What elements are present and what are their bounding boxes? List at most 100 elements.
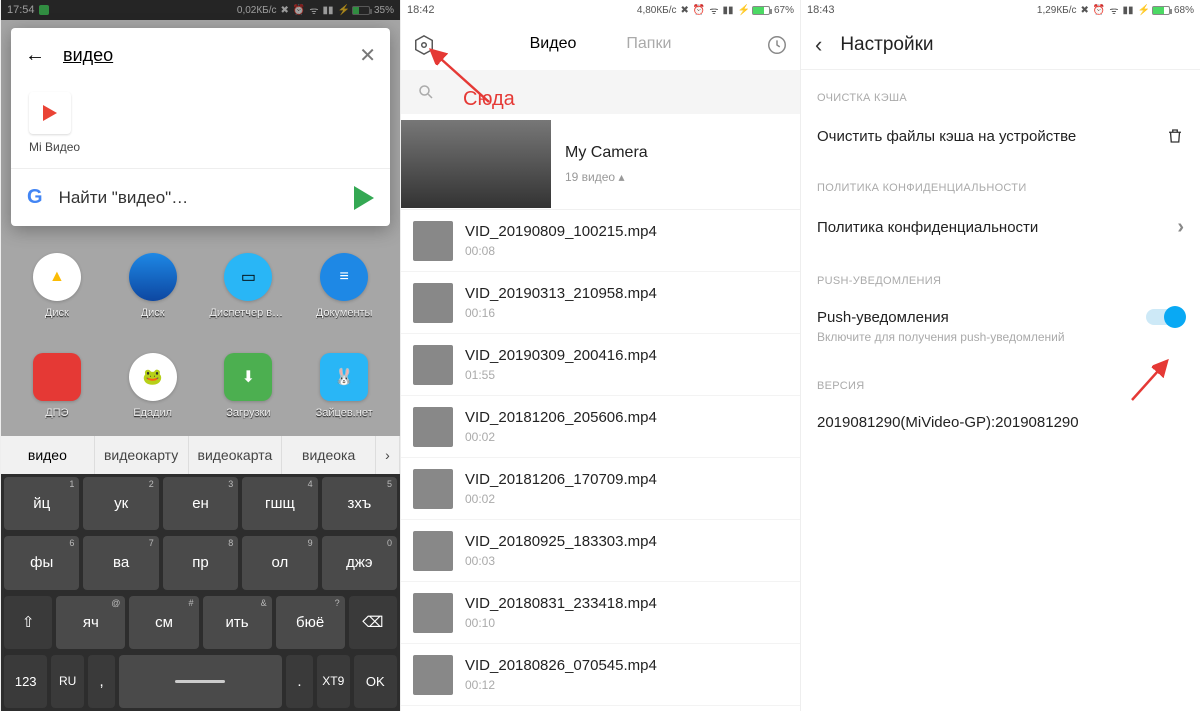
tab-video[interactable]: Видео <box>530 35 577 55</box>
suggestion-more[interactable]: › <box>376 436 400 474</box>
search-card: ← ✕ Mi Видео G Найти "видео"… <box>11 28 390 226</box>
search-row: ← ✕ <box>11 28 390 82</box>
tab-folders[interactable]: Папки <box>626 35 671 55</box>
suggestion[interactable]: видеока <box>282 436 376 474</box>
status-time: 18:42 <box>407 4 435 16</box>
wifi-icon: ᯤ <box>709 3 718 17</box>
key[interactable]: 2ук <box>83 477 158 530</box>
battery-pct: 68% <box>1174 5 1194 16</box>
annotation-label: Сюда <box>463 88 515 111</box>
key[interactable]: 0джэ <box>322 536 397 589</box>
battery-icon: ⚡ <box>738 5 770 16</box>
chevron-right-icon: › <box>1177 216 1184 239</box>
screen-search: 17:54 0,02КБ/с ✖ ⏰ ᯤ ▮▮ ⚡ 35% ▲Диск Диск… <box>0 0 400 711</box>
key[interactable]: 3ен <box>163 477 238 530</box>
app-edadil[interactable]: 🐸Едадил <box>113 353 193 419</box>
app-dispatcher[interactable]: ▭Диспетчер ваш… <box>208 253 288 319</box>
search-input[interactable] <box>63 45 341 66</box>
battery-icon: ⚡ <box>1138 5 1170 16</box>
battery-pct: 67% <box>774 5 794 16</box>
backspace-key[interactable]: ⌫ <box>349 596 397 649</box>
clear-cache-row[interactable]: Очистить файлы кэша на устройстве <box>801 112 1200 160</box>
app-drive2[interactable]: Диск <box>113 253 193 319</box>
clear-icon[interactable]: ✕ <box>359 43 376 68</box>
key[interactable]: &ить <box>203 596 272 649</box>
alarm-icon: ⏰ <box>693 5 705 16</box>
top-bar: ‹ Настройки <box>801 20 1200 70</box>
back-icon[interactable]: ← <box>25 44 45 67</box>
shift-key[interactable]: ⇧ <box>4 596 52 649</box>
thumb <box>413 283 453 323</box>
wifi-icon: ᯤ <box>1109 3 1118 17</box>
app-drive[interactable]: ▲Диск <box>17 253 97 319</box>
num-key[interactable]: 123 <box>4 655 47 708</box>
play-store-icon <box>354 186 374 210</box>
mi-video-icon <box>29 92 71 134</box>
key[interactable]: 8пр <box>163 536 238 589</box>
app-docs[interactable]: ≡Документы <box>304 253 384 319</box>
screen-video-list: 18:42 4,80КБ/с ✖⏰ᯤ▮▮ ⚡ 67% Видео Папки С… <box>400 0 800 711</box>
period-key[interactable]: . <box>286 655 313 708</box>
space-key[interactable] <box>119 655 282 708</box>
folder-row[interactable]: My Camera 19 видео ▴ <box>401 118 800 210</box>
signal-icon: ▮▮ <box>723 5 734 16</box>
lang-key[interactable]: RU <box>51 655 84 708</box>
key[interactable]: 5зхъ <box>322 477 397 530</box>
key[interactable]: #см <box>129 596 198 649</box>
suggestion-bar: видео видеокарту видеокарта видеока › <box>1 436 400 474</box>
key[interactable]: 9ол <box>242 536 317 589</box>
suggestion[interactable]: видеокарту <box>95 436 189 474</box>
key[interactable]: ?бюё <box>276 596 345 649</box>
app-result[interactable]: Mi Видео <box>11 82 390 168</box>
list-item[interactable]: VID_20190313_210958.mp400:16 <box>401 272 800 334</box>
thumb <box>413 531 453 571</box>
key[interactable]: 7ва <box>83 536 158 589</box>
list-item[interactable]: VID_20190809_100215.mp400:08 <box>401 210 800 272</box>
list-item[interactable]: VID_20181206_205606.mp400:02 <box>401 396 800 458</box>
suggestion[interactable]: видеокарта <box>189 436 283 474</box>
dnd-icon: ✖ <box>1081 5 1089 16</box>
key[interactable]: 6фы <box>4 536 79 589</box>
comma-key[interactable]: , <box>88 655 115 708</box>
ok-key[interactable]: OK <box>354 655 397 708</box>
screen-settings: 18:43 1,29КБ/с ✖⏰ᯤ▮▮ ⚡ 68% ‹ Настройки О… <box>800 0 1200 711</box>
app-dpe[interactable]: ДПЭ <box>17 353 97 419</box>
section-header-push: PUSH-УВЕДОМЛЕНИЯ <box>801 253 1200 295</box>
section-header-privacy: ПОЛИТИКА КОНФИДЕНЦИАЛЬНОСТИ <box>801 160 1200 202</box>
thumb <box>413 407 453 447</box>
folder-name: My Camera <box>565 144 648 162</box>
key[interactable]: 4гшщ <box>242 477 317 530</box>
list-item[interactable]: VID_20190309_200416.mp401:55 <box>401 334 800 396</box>
keyboard: 1йц 2ук 3ен 4гшщ 5зхъ 6фы 7ва 8пр 9ол 0д… <box>1 474 400 711</box>
list-item[interactable]: VID_20180831_233418.mp400:10 <box>401 582 800 644</box>
key[interactable]: 1йц <box>4 477 79 530</box>
push-row[interactable]: Push-уведомления Включите для получения … <box>801 295 1200 358</box>
apps-row: ▲Диск Диск ▭Диспетчер ваш… ≡Документы <box>1 245 400 327</box>
version-row: 2019081290(MiVideo-GP):2019081290 <box>801 400 1200 445</box>
thumb <box>413 345 453 385</box>
folder-thumb <box>401 120 551 208</box>
app-zaycev[interactable]: 🐰Зайцев.нет <box>304 353 384 419</box>
status-speed: 4,80КБ/с <box>637 5 677 16</box>
alarm-icon: ⏰ <box>1093 5 1105 16</box>
status-bar: 18:43 1,29КБ/с ✖⏰ᯤ▮▮ ⚡ 68% <box>801 0 1200 20</box>
signal-icon: ▮▮ <box>1123 5 1134 16</box>
push-toggle[interactable] <box>1146 309 1184 325</box>
google-icon: G <box>27 186 43 209</box>
key[interactable]: @яч <box>56 596 125 649</box>
suggestion[interactable]: видео <box>1 436 95 474</box>
video-list[interactable]: VID_20190809_100215.mp400:08 VID_2019031… <box>401 210 800 706</box>
thumb <box>413 593 453 633</box>
privacy-row[interactable]: Политика конфиденциальности › <box>801 202 1200 253</box>
list-item[interactable]: VID_20181206_170709.mp400:02 <box>401 458 800 520</box>
app-downloads[interactable]: ⬇Загрузки <box>208 353 288 419</box>
list-item[interactable]: VID_20180826_070545.mp400:12 <box>401 644 800 706</box>
folder-count: 19 видео ▴ <box>565 170 648 184</box>
history-icon[interactable] <box>766 34 788 56</box>
section-header-cache: ОЧИСТКА КЭША <box>801 70 1200 112</box>
status-bar: 18:42 4,80КБ/с ✖⏰ᯤ▮▮ ⚡ 67% <box>401 0 800 20</box>
google-search-row[interactable]: G Найти "видео"… <box>11 168 390 226</box>
list-item[interactable]: VID_20180925_183303.mp400:03 <box>401 520 800 582</box>
back-icon[interactable]: ‹ <box>815 32 822 58</box>
xt9-key[interactable]: XT9 <box>317 655 350 708</box>
